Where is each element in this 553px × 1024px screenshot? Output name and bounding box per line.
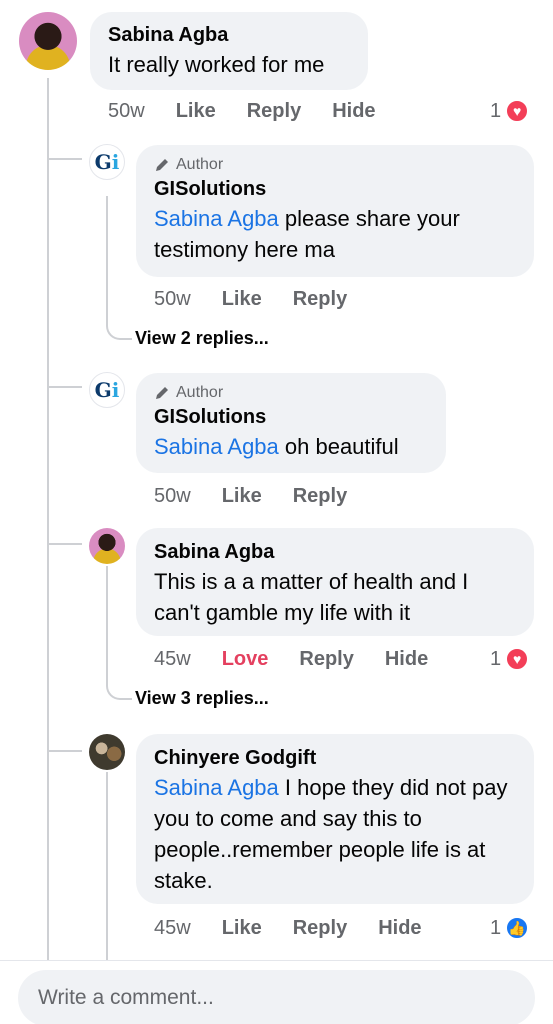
comment-actions: 50w Like Reply bbox=[154, 288, 378, 311]
gi-logo-icon: Gi bbox=[94, 378, 120, 402]
replies-elbow bbox=[106, 196, 132, 340]
comment-author[interactable]: Sabina Agba bbox=[154, 538, 516, 566]
like-button[interactable]: Like bbox=[222, 288, 262, 311]
comment-bubble: Author GISolutions Sabina Agba please sh… bbox=[136, 145, 534, 277]
mention-link[interactable]: Sabina Agba bbox=[154, 775, 279, 800]
pencil-icon bbox=[156, 159, 168, 171]
avatar[interactable]: Gi bbox=[89, 144, 125, 180]
comment-author[interactable]: Sabina Agba bbox=[108, 21, 350, 49]
like-button[interactable]: Like bbox=[222, 485, 262, 508]
thread-line-main bbox=[47, 78, 49, 960]
avatar[interactable] bbox=[89, 528, 125, 564]
like-button[interactable]: Like bbox=[222, 917, 262, 940]
comment-text: Sabina Agba oh beautiful bbox=[154, 431, 428, 462]
mention-link[interactable]: Sabina Agba bbox=[154, 206, 279, 231]
comment-bubble: Chinyere Godgift Sabina Agba I hope they… bbox=[136, 734, 534, 904]
author-badge: Author bbox=[154, 383, 428, 403]
comment-text: It really worked for me bbox=[108, 52, 325, 77]
comment-bubble: Sabina Agba This is a a matter of health… bbox=[136, 528, 534, 636]
comment-time[interactable]: 50w bbox=[154, 485, 191, 508]
comment-input[interactable]: Write a comment... bbox=[18, 970, 535, 1024]
reaction-count[interactable]: 1 👍 bbox=[490, 916, 530, 940]
reaction-count[interactable]: 1 ♥ bbox=[490, 99, 530, 123]
reply-button[interactable]: Reply bbox=[293, 288, 347, 311]
comment-bubble: Author GISolutions Sabina Agba oh beauti… bbox=[136, 373, 446, 473]
comment-text: Sabina Agba I hope they did not pay you … bbox=[154, 772, 516, 896]
comment-actions: 45w Like Reply Hide bbox=[154, 917, 453, 940]
comment-author[interactable]: Chinyere Godgift bbox=[154, 744, 516, 772]
comment-author[interactable]: GISolutions bbox=[154, 403, 428, 431]
hide-button[interactable]: Hide bbox=[378, 917, 421, 940]
comment-text-body: oh beautiful bbox=[278, 434, 399, 459]
avatar[interactable] bbox=[89, 734, 125, 770]
author-badge-label: Author bbox=[176, 156, 224, 173]
view-replies-link[interactable]: View 3 replies... bbox=[135, 688, 269, 709]
comment-time[interactable]: 50w bbox=[108, 100, 145, 123]
comment-text: Sabina Agba please share your testimony … bbox=[154, 203, 516, 265]
author-badge-label: Author bbox=[176, 384, 224, 401]
love-button[interactable]: Love bbox=[222, 648, 269, 671]
comment-actions: 50w Like Reply bbox=[154, 485, 378, 508]
like-button[interactable]: Like bbox=[176, 100, 216, 123]
hide-button[interactable]: Hide bbox=[385, 648, 428, 671]
comment-text: This is a a matter of health and I can't… bbox=[154, 569, 469, 625]
comment-input-placeholder: Write a comment... bbox=[38, 986, 214, 1009]
avatar[interactable]: Gi bbox=[89, 372, 125, 408]
reply-button[interactable]: Reply bbox=[293, 917, 347, 940]
comment-actions: 50w Like Reply Hide bbox=[108, 100, 407, 123]
reply-button[interactable]: Reply bbox=[293, 485, 347, 508]
reaction-count-value: 1 bbox=[490, 99, 502, 122]
reply-button[interactable]: Reply bbox=[299, 648, 353, 671]
mention-link[interactable]: Sabina Agba bbox=[154, 434, 279, 459]
hide-button[interactable]: Hide bbox=[332, 100, 375, 123]
comment-author[interactable]: GISolutions bbox=[154, 175, 516, 203]
comment-time[interactable]: 50w bbox=[154, 288, 191, 311]
view-replies-link[interactable]: View 2 replies... bbox=[135, 328, 269, 349]
love-icon: ♥ bbox=[505, 647, 530, 671]
comment-actions: 45w Love Reply Hide bbox=[154, 648, 459, 671]
reaction-count-value: 1 bbox=[490, 647, 502, 670]
comment-bubble: Sabina Agba It really worked for me bbox=[90, 12, 368, 90]
author-badge: Author bbox=[154, 155, 516, 175]
comment-time[interactable]: 45w bbox=[154, 917, 191, 940]
love-icon: ♥ bbox=[505, 99, 530, 123]
thread-elbow bbox=[49, 535, 82, 545]
pencil-icon bbox=[156, 387, 168, 399]
reply-button[interactable]: Reply bbox=[247, 100, 301, 123]
reaction-count[interactable]: 1 ♥ bbox=[490, 647, 530, 671]
like-icon: 👍 bbox=[505, 916, 530, 940]
replies-elbow bbox=[106, 566, 132, 700]
gi-logo-icon: Gi bbox=[94, 150, 120, 174]
thread-elbow bbox=[49, 378, 82, 388]
thread-line-sub bbox=[106, 772, 108, 960]
comment-time[interactable]: 45w bbox=[154, 648, 191, 671]
avatar[interactable] bbox=[19, 12, 77, 70]
reaction-count-value: 1 bbox=[490, 916, 502, 939]
thread-elbow bbox=[49, 150, 82, 160]
thread-elbow bbox=[49, 742, 82, 752]
